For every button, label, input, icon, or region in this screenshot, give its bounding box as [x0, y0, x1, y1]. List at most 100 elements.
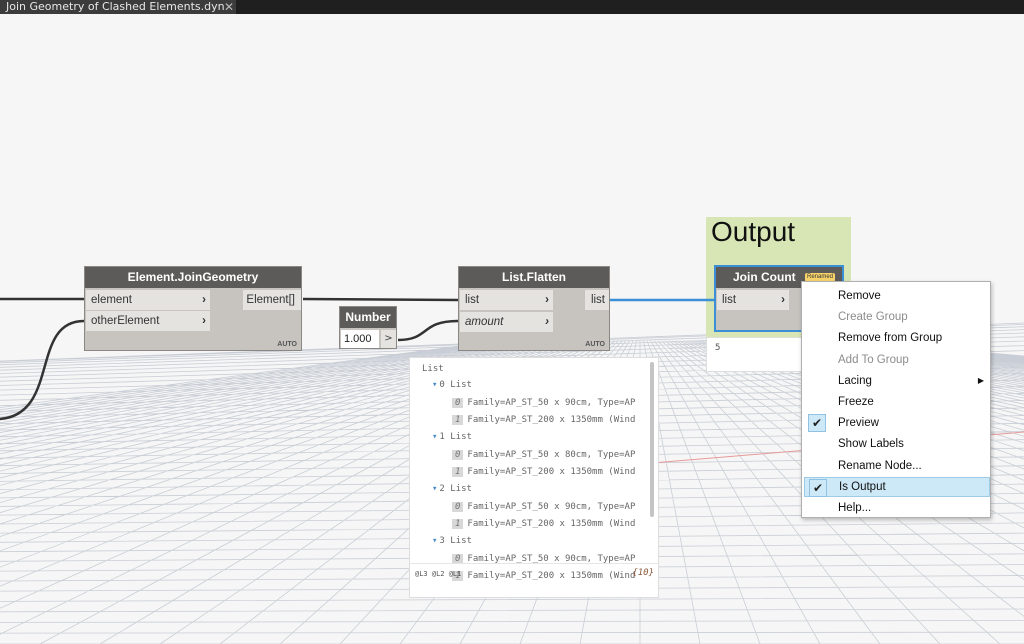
close-icon[interactable]: ✕	[222, 0, 236, 14]
item-index: 1	[452, 467, 464, 477]
expand-icon[interactable]: ▾	[432, 484, 437, 494]
menu-item-create-group[interactable]: Create Group	[804, 307, 990, 327]
port-label: list	[465, 294, 480, 306]
preview-item: 0 Family=AP_ST_50 x 90cm, Type=AP	[452, 502, 642, 512]
node-title: Element.JoinGeometry	[85, 267, 301, 288]
menu-item-label: Show Labels	[838, 438, 904, 451]
flatten-preview-bubble[interactable]: List ▾ 0 List 0 Family=AP_ST_50 x 90cm, Typ…	[409, 357, 659, 598]
preview-sublist-header: ▾ 0 List	[432, 380, 472, 390]
expand-icon[interactable]: ▾	[432, 536, 437, 546]
preview-sublist-header: ▾ 1 List	[432, 432, 472, 442]
item-index: 0	[452, 398, 464, 408]
item-value: Family=AP_ST_200 x 1350mm (Wind	[467, 519, 636, 529]
expand-icon[interactable]: ▾	[432, 380, 437, 390]
element-input-port[interactable]: element ›	[86, 290, 210, 310]
sublist-label: 2 List	[439, 484, 472, 494]
context-menu: Remove Create Group Remove from Group Add T…	[801, 281, 991, 518]
list-input-port[interactable]: list ›	[460, 290, 553, 310]
join-count-preview: 5	[706, 337, 806, 372]
preview-item: 0 Family=AP_ST_50 x 80cm, Type=AP	[452, 450, 642, 460]
wire-join-to-flatten	[302, 297, 459, 302]
preview-scrollbar[interactable]	[650, 362, 654, 517]
menu-item-label: Add To Group	[838, 353, 909, 366]
join-geometry-node[interactable]: Element.JoinGeometry element › otherEleme…	[84, 266, 302, 351]
menu-item-rename-node[interactable]: Rename Node...	[804, 456, 990, 476]
sublist-label: 3 List	[439, 536, 472, 546]
join-count-title: Join Count	[733, 270, 796, 284]
item-count: {10}	[632, 568, 654, 578]
preview-divider	[410, 563, 658, 564]
file-tab[interactable]: Join Geometry of Clashed Elements.dyn	[0, 0, 236, 14]
menu-item-remove-from-group[interactable]: Remove from Group	[804, 328, 990, 348]
menu-item-label: Lacing	[838, 374, 872, 387]
menu-item-label: Rename Node...	[838, 459, 922, 472]
sublist-label: 1 List	[439, 432, 472, 442]
chevron-right-icon: ›	[202, 315, 206, 327]
menu-item-help[interactable]: Help...	[804, 498, 990, 518]
preview-item: 1 Family=AP_ST_200 x 1350mm (Wind	[452, 571, 642, 581]
item-value: Family=AP_ST_200 x 1350mm (Wind	[467, 467, 636, 477]
chevron-right-icon: ›	[781, 294, 785, 306]
chevron-right-icon: ›	[202, 294, 206, 306]
other-element-input-port[interactable]: otherElement ›	[86, 311, 210, 331]
port-label: element	[91, 294, 132, 306]
item-index: 0	[452, 502, 464, 512]
port-label: otherElement	[91, 315, 160, 327]
menu-item-label: Remove	[838, 290, 881, 302]
port-label: amount	[465, 316, 504, 328]
menu-item-preview[interactable]: ✔ Preview	[804, 413, 990, 433]
graph-canvas[interactable]: Output Element.JoinGeometry element › oth…	[0, 14, 1024, 644]
menu-item-label: Freeze	[838, 396, 874, 408]
menu-item-lacing[interactable]: Lacing ▶	[804, 371, 990, 391]
menu-item-label: Create Group	[838, 311, 908, 324]
preview-sublist-header: ▾ 3 List	[432, 536, 472, 546]
menu-item-is-output[interactable]: ✔ Is Output	[804, 476, 990, 497]
item-value: Family=AP_ST_50 x 80cm, Type=AP	[467, 450, 636, 460]
item-value: Family=AP_ST_200 x 1350mm (Wind	[467, 571, 636, 581]
number-output-port[interactable]: >	[381, 330, 396, 348]
expand-icon[interactable]: ▾	[432, 432, 437, 442]
list-flatten-node[interactable]: List.Flatten list › amount › list AUTO	[458, 266, 610, 351]
preview-sublist-header: ▾ 2 List	[432, 484, 472, 494]
item-index: 0	[452, 450, 464, 460]
preview-header: List	[422, 364, 444, 374]
menu-item-add-to-group[interactable]: Add To Group	[804, 350, 990, 370]
sublist-label: 0 List	[439, 380, 472, 390]
item-value: Family=AP_ST_50 x 90cm, Type=AP	[467, 502, 636, 512]
node-title: List.Flatten	[459, 267, 609, 288]
preview-item: 1 Family=AP_ST_200 x 1350mm (Wind	[452, 415, 642, 425]
menu-item-show-labels[interactable]: Show Labels	[804, 434, 990, 454]
lacing-label: AUTO	[277, 341, 297, 348]
port-label: list	[722, 294, 737, 306]
number-node[interactable]: Number 1.000 >	[339, 306, 397, 349]
preview-item: 1 Family=AP_ST_200 x 1350mm (Wind	[452, 519, 642, 529]
levels-label: @L3 @L2 @L1	[415, 570, 462, 578]
chevron-right-icon: ›	[545, 316, 549, 328]
number-value-field[interactable]: 1.000	[341, 330, 379, 348]
menu-item-label: Remove from Group	[838, 332, 943, 345]
wire-other-element-input	[0, 319, 85, 421]
menu-item-remove[interactable]: Remove	[804, 286, 990, 306]
amount-input-port[interactable]: amount ›	[460, 312, 553, 332]
chevron-right-icon: ›	[545, 294, 549, 306]
lacing-label: AUTO	[585, 341, 605, 348]
submenu-arrow-icon: ▶	[977, 375, 984, 385]
item-index: 1	[452, 519, 464, 529]
item-value: Family=AP_ST_50 x 90cm, Type=AP	[467, 398, 636, 408]
item-index: 1	[452, 415, 464, 425]
element-array-output-port[interactable]: Element[]	[243, 290, 301, 310]
checkmark-icon: ✔	[809, 478, 827, 497]
wire-number-to-amount	[397, 319, 459, 342]
preview-item: 1 Family=AP_ST_200 x 1350mm (Wind	[452, 467, 642, 477]
item-value: Family=AP_ST_200 x 1350mm (Wind	[467, 415, 636, 425]
list-output-port[interactable]: list	[585, 290, 609, 310]
menu-item-label: Preview	[838, 417, 879, 430]
menu-item-freeze[interactable]: Freeze	[804, 392, 990, 412]
tab-bar: Join Geometry of Clashed Elements.dyn ✕	[0, 0, 1024, 14]
menu-item-label: Is Output	[839, 480, 886, 493]
preview-item: 0 Family=AP_ST_50 x 90cm, Type=AP	[452, 398, 642, 408]
file-tab-label: Join Geometry of Clashed Elements.dyn	[6, 0, 225, 13]
list-input-port[interactable]: list ›	[717, 290, 789, 310]
menu-item-label: Help...	[838, 502, 872, 514]
checkmark-icon: ✔	[808, 414, 826, 433]
